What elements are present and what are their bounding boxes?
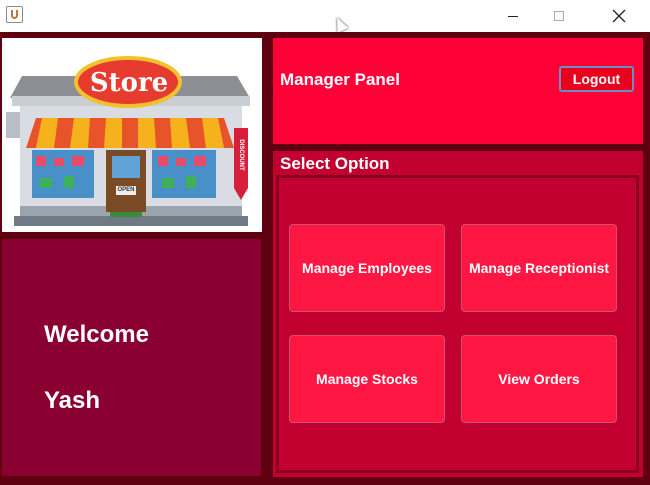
view-orders-button[interactable]: View Orders (461, 335, 617, 423)
main-frame: Store DISCOUNT OPEN Welcome Yash Manager… (0, 32, 650, 485)
open-sign-text: OPEN (117, 187, 135, 193)
welcome-user-name: Yash (44, 387, 101, 414)
maximize-button[interactable] (536, 0, 582, 32)
select-option-panel: Select Option Manage Employees Manage Re… (273, 151, 643, 477)
store-sign-text: Store (89, 68, 169, 98)
close-button[interactable] (596, 0, 642, 32)
java-app-icon (6, 6, 23, 23)
page-title: Manager Panel (280, 70, 400, 89)
mouse-cursor-icon (331, 15, 349, 33)
manage-receptionist-button[interactable]: Manage Receptionist (461, 224, 617, 312)
manage-stocks-button[interactable]: Manage Stocks (289, 335, 445, 423)
logout-button[interactable]: Logout (559, 66, 634, 92)
welcome-greeting: Welcome (44, 321, 149, 348)
header-panel: Manager Panel Logout (273, 38, 643, 144)
select-option-title: Select Option (280, 154, 390, 173)
welcome-panel: Welcome Yash (2, 239, 261, 476)
option-button-grid: Manage Employees Manage Receptionist Man… (276, 175, 639, 473)
store-illustration: Store DISCOUNT OPEN (2, 38, 262, 232)
minimize-icon (508, 15, 518, 17)
discount-banner-text: DISCOUNT (238, 139, 244, 171)
maximize-icon (554, 11, 564, 21)
close-icon (612, 9, 626, 23)
minimize-button[interactable] (490, 0, 536, 32)
manage-employees-button[interactable]: Manage Employees (289, 224, 445, 312)
title-bar (0, 0, 650, 33)
